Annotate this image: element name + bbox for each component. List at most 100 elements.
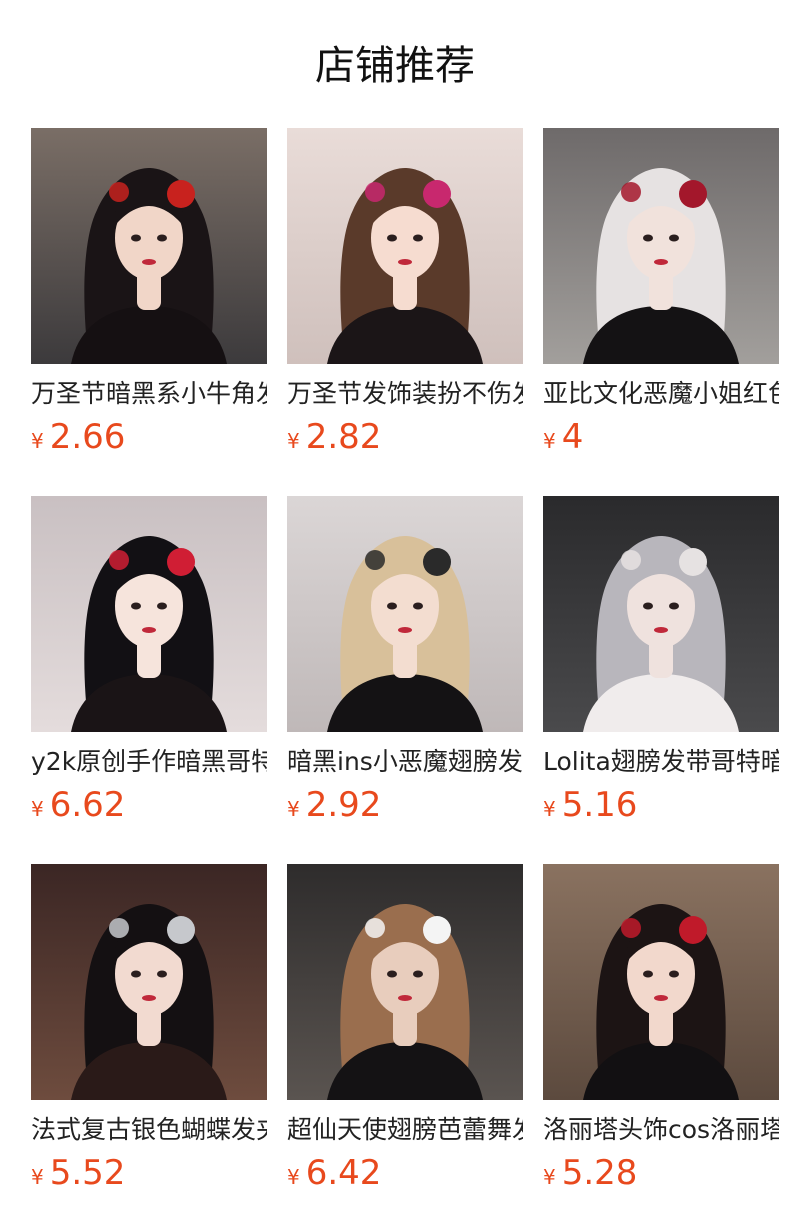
- product-photo: [543, 864, 779, 1100]
- eye-right: [669, 970, 679, 978]
- product-card[interactable]: 超仙天使翅膀芭蕾舞发夹 ¥6.42: [287, 864, 523, 1232]
- product-price: ¥6.62: [31, 784, 267, 826]
- product-name[interactable]: Lolita翅膀发带哥特暗黑: [543, 745, 779, 779]
- price-value: 5.28: [561, 1153, 638, 1193]
- product-image[interactable]: [287, 128, 523, 364]
- product-name[interactable]: y2k原创手作暗黑哥特发饰: [31, 745, 267, 779]
- product-name[interactable]: 万圣节发饰装扮不伤发: [287, 377, 523, 411]
- product-name[interactable]: 洛丽塔头饰cos洛丽塔发夹: [543, 1113, 779, 1147]
- product-name[interactable]: 法式复古银色蝴蝶发夹: [31, 1113, 267, 1147]
- hair-accessory: [679, 180, 707, 208]
- eye-left: [643, 970, 653, 978]
- hair-accessory: [423, 548, 451, 576]
- price-value: 2.92: [305, 785, 382, 825]
- currency-symbol: ¥: [287, 1165, 300, 1189]
- product-image[interactable]: [543, 128, 779, 364]
- eye-right: [157, 602, 167, 610]
- product-card[interactable]: 万圣节暗黑系小牛角发饰 ¥2.66: [31, 128, 267, 496]
- eye-left: [131, 970, 141, 978]
- price-value: 6.62: [49, 785, 126, 825]
- product-card[interactable]: 暗黑ins小恶魔翅膀发夹 ¥2.92: [287, 496, 523, 864]
- product-name[interactable]: 超仙天使翅膀芭蕾舞发夹: [287, 1113, 523, 1147]
- price-value: 5.16: [561, 785, 638, 825]
- product-photo: [31, 496, 267, 732]
- hair-accessory-small: [365, 918, 385, 938]
- product-grid: 万圣节暗黑系小牛角发饰 ¥2.66 万圣节发饰装扮不伤发 ¥2.82 亚比文化恶…: [31, 128, 779, 1232]
- product-photo: [31, 864, 267, 1100]
- product-photo: [287, 128, 523, 364]
- hair-accessory-small: [109, 918, 129, 938]
- product-image[interactable]: [31, 496, 267, 732]
- product-price: ¥5.28: [543, 1152, 779, 1194]
- eye-right: [413, 602, 423, 610]
- hair-accessory-small: [621, 550, 641, 570]
- product-price: ¥2.82: [287, 416, 523, 458]
- hair-accessory-small: [621, 918, 641, 938]
- product-price: ¥4: [543, 416, 779, 458]
- page: 店铺推荐 万圣节暗黑系小牛角发饰 ¥2.66 万圣节发饰装扮不伤发 ¥2.82 …: [0, 0, 790, 1232]
- hair-accessory: [167, 548, 195, 576]
- lips: [654, 259, 668, 265]
- product-card[interactable]: 万圣节发饰装扮不伤发 ¥2.82: [287, 128, 523, 496]
- eye-left: [643, 602, 653, 610]
- price-value: 2.66: [49, 417, 126, 457]
- hair-accessory-small: [365, 550, 385, 570]
- price-value: 2.82: [305, 417, 382, 457]
- eye-left: [387, 602, 397, 610]
- product-photo: [543, 496, 779, 732]
- lips: [398, 259, 412, 265]
- eye-left: [387, 234, 397, 242]
- currency-symbol: ¥: [543, 1165, 556, 1189]
- product-photo: [287, 864, 523, 1100]
- product-image[interactable]: [543, 496, 779, 732]
- product-name[interactable]: 暗黑ins小恶魔翅膀发夹: [287, 745, 523, 779]
- product-image[interactable]: [287, 496, 523, 732]
- product-name[interactable]: 亚比文化恶魔小姐红色发饰: [543, 377, 779, 411]
- product-card[interactable]: Lolita翅膀发带哥特暗黑 ¥5.16: [543, 496, 779, 864]
- product-price: ¥6.42: [287, 1152, 523, 1194]
- currency-symbol: ¥: [287, 429, 300, 453]
- hair-accessory: [679, 916, 707, 944]
- hair-accessory: [423, 916, 451, 944]
- eye-right: [669, 602, 679, 610]
- product-image[interactable]: [31, 128, 267, 364]
- eye-right: [413, 970, 423, 978]
- product-photo: [543, 128, 779, 364]
- eye-left: [131, 234, 141, 242]
- lips: [142, 995, 156, 1001]
- price-value: 5.52: [49, 1153, 126, 1193]
- hair-accessory: [167, 916, 195, 944]
- eye-right: [669, 234, 679, 242]
- lips: [654, 995, 668, 1001]
- eye-right: [157, 234, 167, 242]
- product-price: ¥5.16: [543, 784, 779, 826]
- product-card[interactable]: 法式复古银色蝴蝶发夹 ¥5.52: [31, 864, 267, 1232]
- product-photo: [31, 128, 267, 364]
- lips: [142, 259, 156, 265]
- hair-accessory-small: [365, 182, 385, 202]
- price-value: 6.42: [305, 1153, 382, 1193]
- lips: [398, 995, 412, 1001]
- product-photo: [287, 496, 523, 732]
- product-price: ¥2.92: [287, 784, 523, 826]
- page-title: 店铺推荐: [315, 43, 475, 89]
- currency-symbol: ¥: [31, 797, 44, 821]
- eye-right: [157, 970, 167, 978]
- product-card[interactable]: 亚比文化恶魔小姐红色发饰 ¥4: [543, 128, 779, 496]
- currency-symbol: ¥: [31, 1165, 44, 1189]
- product-card[interactable]: y2k原创手作暗黑哥特发饰 ¥6.62: [31, 496, 267, 864]
- product-card[interactable]: 洛丽塔头饰cos洛丽塔发夹 ¥5.28: [543, 864, 779, 1232]
- hair-accessory-small: [621, 182, 641, 202]
- product-name[interactable]: 万圣节暗黑系小牛角发饰: [31, 377, 267, 411]
- product-price: ¥2.66: [31, 416, 267, 458]
- product-image[interactable]: [543, 864, 779, 1100]
- eye-right: [413, 234, 423, 242]
- product-image[interactable]: [31, 864, 267, 1100]
- lips: [142, 627, 156, 633]
- product-image[interactable]: [287, 864, 523, 1100]
- currency-symbol: ¥: [543, 797, 556, 821]
- currency-symbol: ¥: [31, 429, 44, 453]
- hair-accessory: [167, 180, 195, 208]
- eye-left: [131, 602, 141, 610]
- price-value: 4: [561, 417, 584, 457]
